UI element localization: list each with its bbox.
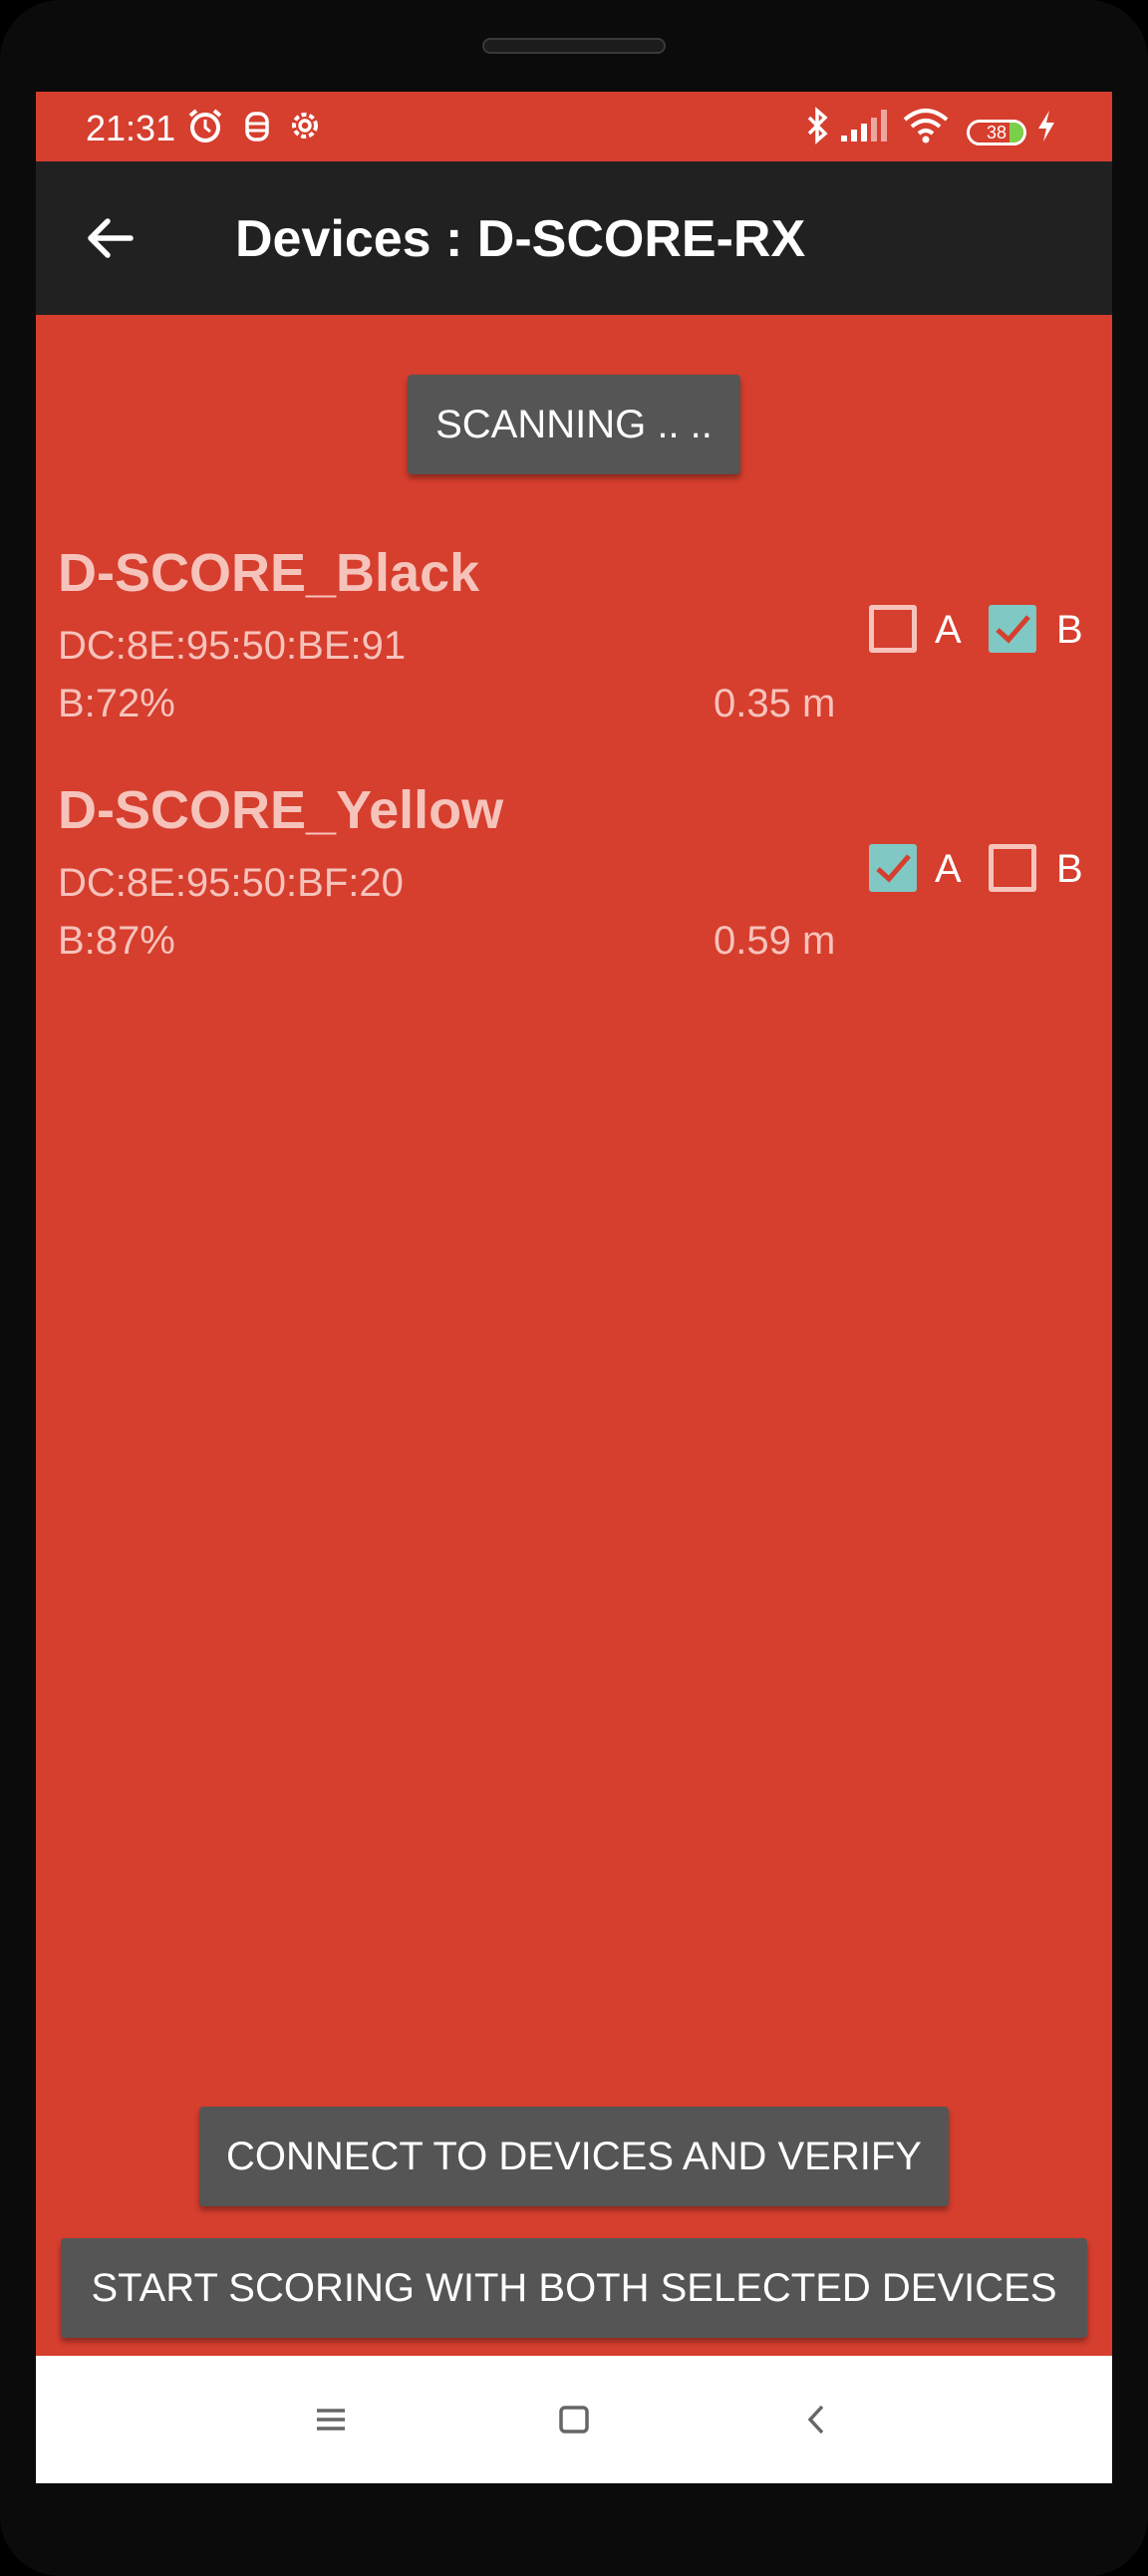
checkbox-b-label: B [1056,847,1083,891]
back-icon[interactable] [789,2392,845,2447]
notification-icon [245,112,269,142]
alarm-icon [188,109,222,143]
device-battery: B:87% [58,919,175,963]
check-icon [876,854,911,883]
checkbox-a-label: A [935,608,962,652]
signal-icon [841,110,887,142]
bluetooth-icon [807,107,828,144]
checkbox-a[interactable] [869,605,917,653]
status-time: 21:31 [86,108,176,148]
device-mac-address: DC:8E:95:50:BE:91 [58,624,407,668]
device-list-item[interactable]: D-SCORE_Black DC:8E:95:50:BE:91 B:72% 0.… [36,542,1112,761]
device-name: D-SCORE_Yellow [58,780,504,840]
connect-verify-button[interactable]: CONNECT TO DEVICES AND VERIFY [199,2107,949,2206]
phone-frame: 21:31 38 Devices: D-SCORE-RX SCANNING .… [0,0,1148,2576]
device-mac-address: DC:8E:95:50:BF:20 [58,861,404,905]
navigation-bar [36,2356,1112,2483]
check-icon [996,615,1030,644]
wifi-icon [903,109,949,143]
menu-icon[interactable] [303,2392,359,2447]
screen: 21:31 38 Devices: D-SCORE-RX SCANNING .… [36,92,1112,2483]
back-arrow-icon[interactable] [76,203,145,273]
start-scoring-button[interactable]: START SCORING WITH BOTH SELECTED DEVICES [61,2238,1087,2338]
scan-button[interactable]: SCANNING .. .. [408,375,740,474]
battery-level-fill [1009,123,1023,143]
battery-level: 38 [986,123,1007,143]
app-bar: Devices : D-SCORE-RX [36,161,1112,315]
battery-icon: 38 [967,120,1026,145]
device-name: D-SCORE_Black [58,543,480,603]
speaker-grille [482,38,666,54]
checkbox-b[interactable] [989,605,1036,653]
charging-icon [1038,111,1054,142]
checkbox-b-label: B [1056,608,1083,652]
checkbox-b[interactable] [989,844,1036,892]
device-distance: 0.59 m [714,919,836,963]
home-icon[interactable] [546,2392,602,2447]
device-list-item[interactable]: D-SCORE_Yellow DC:8E:95:50:BF:20 B:87% 0… [36,779,1112,999]
checkbox-a[interactable] [869,844,917,892]
page-title: Devices : D-SCORE-RX [235,210,806,268]
device-battery: B:72% [58,682,175,725]
settings-icon [292,113,318,139]
checkbox-a-label: A [935,847,962,891]
device-distance: 0.35 m [714,682,836,725]
status-bar: 21:31 38 [36,92,1112,161]
